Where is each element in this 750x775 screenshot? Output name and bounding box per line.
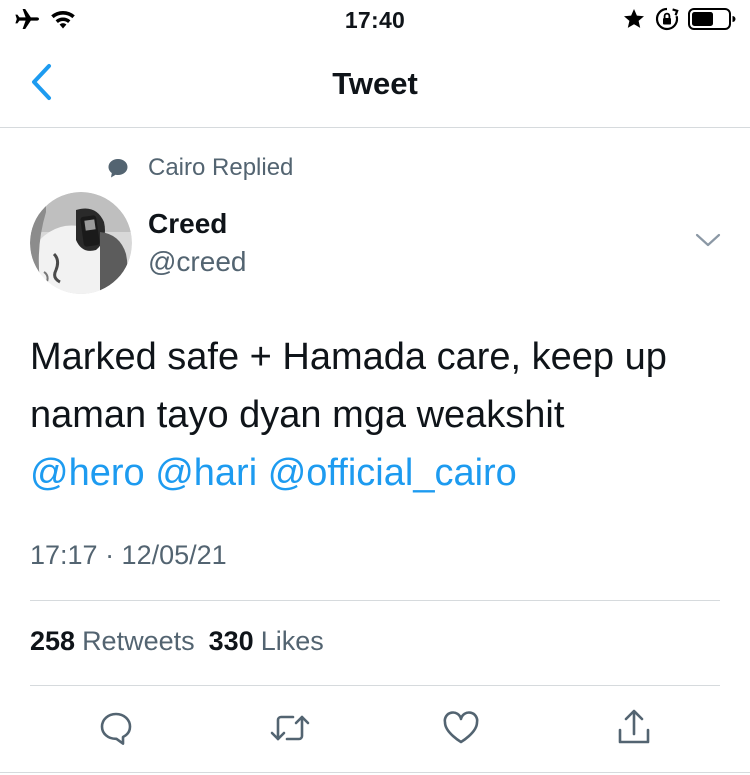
page-title: Tweet	[332, 66, 418, 101]
tweet-text-line: Marked safe + Hamada care, keep up	[30, 336, 667, 378]
more-options-button[interactable]	[692, 228, 724, 256]
tweet-text: Marked safe + Hamada care, keep up naman…	[30, 328, 730, 502]
tweet-actions	[0, 700, 750, 760]
mention-link[interactable]: @hero	[30, 452, 145, 494]
social-context-text: Cairo Replied	[148, 154, 294, 181]
reply-button[interactable]	[94, 708, 138, 752]
author-handle[interactable]: @creed	[148, 246, 246, 278]
likes-count[interactable]: 330	[209, 626, 254, 657]
tweet-mentions: @hero @hari @official_cairo	[30, 444, 730, 502]
like-button[interactable]	[439, 708, 483, 752]
tweet-timestamp: 17:17 · 12/05/21	[30, 540, 227, 570]
retweets-label[interactable]: Retweets	[82, 626, 195, 657]
status-bar-right	[622, 6, 736, 37]
divider	[30, 600, 720, 601]
share-icon	[615, 708, 653, 753]
share-button[interactable]	[612, 708, 656, 752]
nav-bar: Tweet	[0, 42, 750, 128]
retweet-button[interactable]	[268, 708, 312, 752]
retweet-icon	[269, 709, 311, 752]
divider	[0, 772, 750, 773]
likes-label[interactable]: Likes	[261, 626, 324, 657]
avatar[interactable]	[30, 192, 132, 294]
battery-icon	[688, 7, 736, 36]
orientation-lock-icon	[654, 6, 680, 37]
retweets-count[interactable]: 258	[30, 626, 75, 657]
mention-link[interactable]: @hari	[155, 452, 257, 494]
tweet-text-line: naman tayo dyan mga weakshit	[30, 394, 565, 436]
like-icon	[441, 710, 481, 751]
status-bar: 17:40	[0, 0, 750, 42]
mention-link[interactable]: @official_cairo	[268, 452, 517, 494]
author-name[interactable]: Creed	[148, 208, 227, 240]
engagement-stats: 258 Retweets 330 Likes	[30, 626, 338, 657]
divider	[30, 685, 720, 686]
star-icon	[622, 7, 646, 36]
social-context[interactable]: Cairo Replied	[104, 152, 293, 184]
chevron-down-icon	[694, 232, 722, 253]
reply-bubble-icon	[104, 154, 132, 182]
reply-icon	[97, 709, 135, 752]
